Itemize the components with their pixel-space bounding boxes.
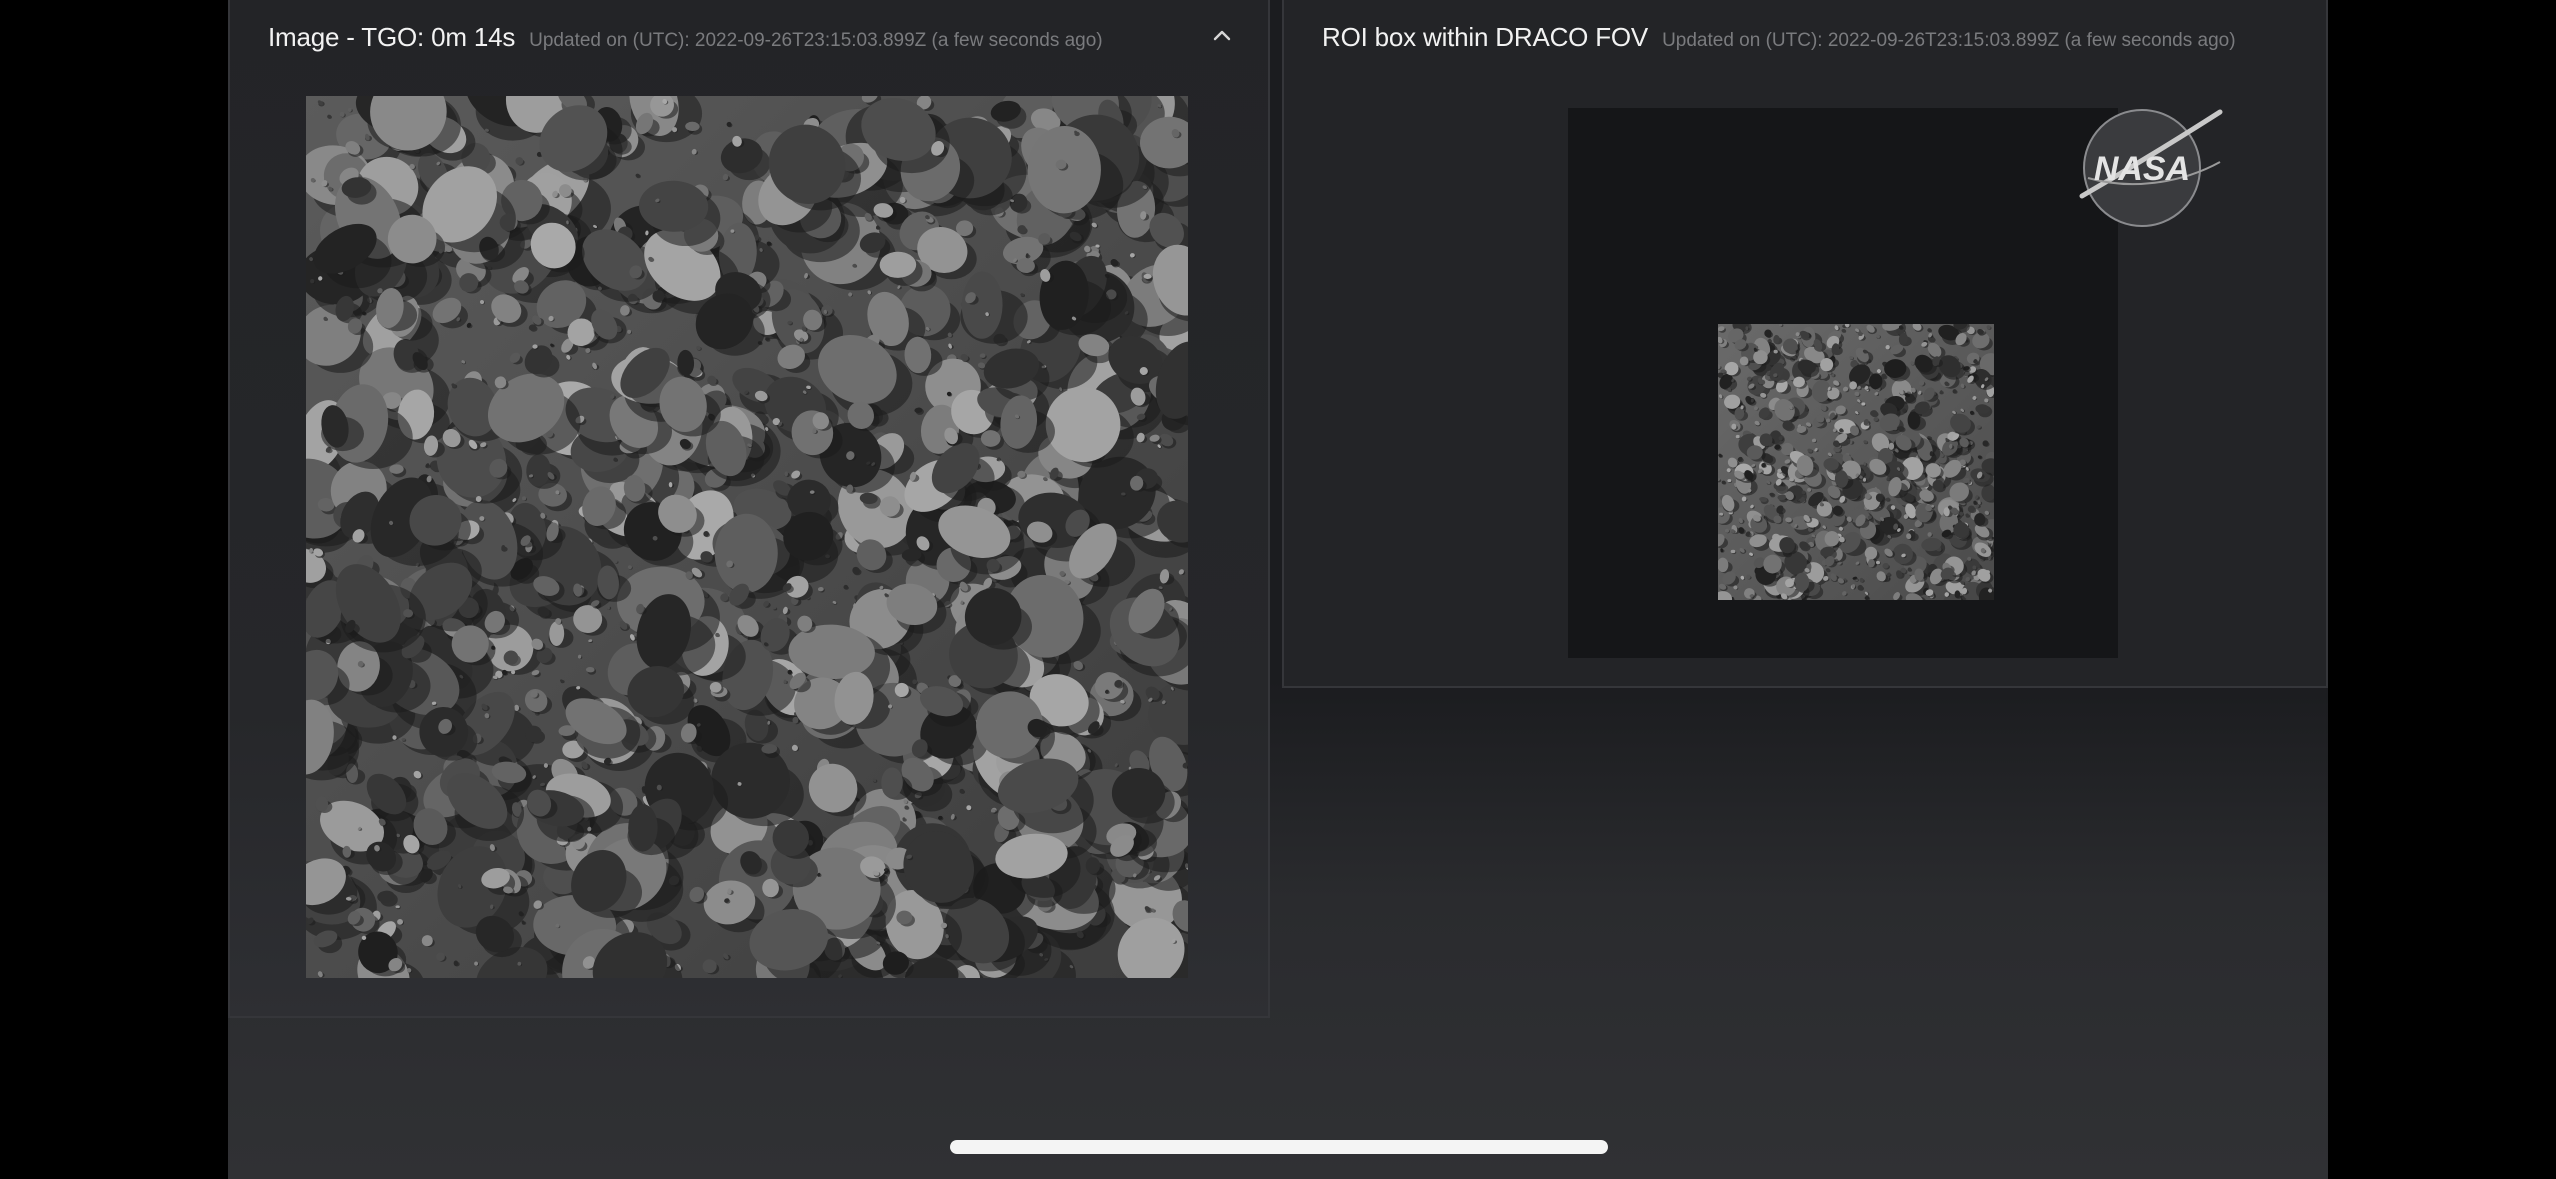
asteroid-surface-image (306, 96, 1188, 978)
nasa-logo-text: NASA (2094, 150, 2190, 188)
panel-title: Image - TGO: 0m 14s (268, 22, 516, 52)
roi-panel: ROI box within DRACO FOV Updated on (UTC… (1282, 0, 2328, 688)
roi-panel-header: ROI box within DRACO FOV Updated on (UTC… (1322, 22, 2296, 62)
panel-title: ROI box within DRACO FOV (1322, 22, 1649, 52)
draco-fov-frame (1568, 108, 2118, 658)
home-indicator[interactable] (950, 1140, 1608, 1154)
image-panel: Image - TGO: 0m 14s Updated on (UTC): 20… (228, 0, 1270, 1018)
updated-timestamp: Updated on (UTC): 2022-09-26T23:15:03.89… (529, 30, 1103, 51)
updated-timestamp: Updated on (UTC): 2022-09-26T23:15:03.89… (1662, 30, 2236, 51)
chevron-up-icon[interactable] (1210, 24, 1234, 48)
nasa-logo-icon: NASA (2079, 109, 2223, 227)
image-panel-header: Image - TGO: 0m 14s Updated on (UTC): 20… (268, 22, 1238, 62)
roi-surface-image (1718, 324, 1994, 600)
